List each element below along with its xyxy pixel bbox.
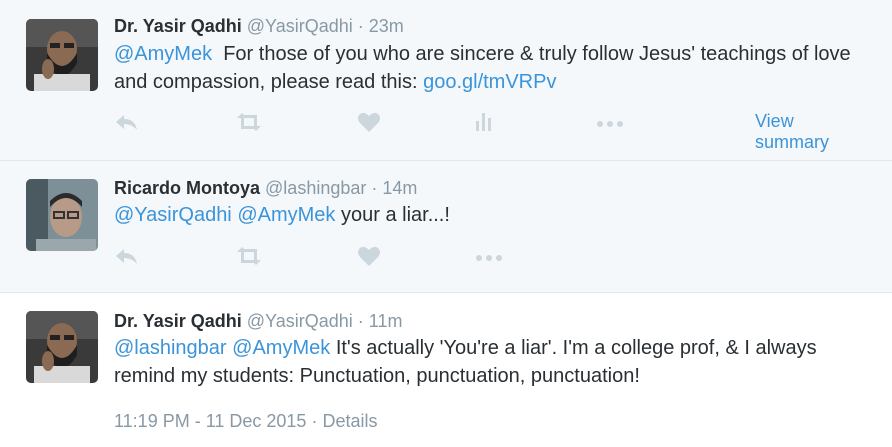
author-username[interactable]: @lashingbar — [265, 178, 366, 198]
more-icon[interactable] — [474, 245, 504, 275]
retweet-icon[interactable] — [234, 111, 264, 141]
avatar[interactable] — [26, 19, 98, 91]
mention-link[interactable]: @YasirQadhi — [114, 204, 232, 226]
more-icon[interactable] — [595, 111, 625, 141]
tweet-time[interactable]: 14m — [382, 178, 417, 198]
like-icon[interactable] — [357, 111, 387, 141]
tweet-time[interactable]: 23m — [369, 16, 404, 36]
tweet-2[interactable]: Ricardo Montoya @lashingbar · 14m @Yasir… — [0, 161, 892, 293]
author-fullname[interactable]: Dr. Yasir Qadhi — [114, 16, 242, 36]
separator-dot: · — [357, 311, 364, 331]
mention-link[interactable]: @AmyMek — [114, 43, 212, 65]
reply-icon[interactable] — [114, 111, 144, 141]
author-fullname[interactable]: Dr. Yasir Qadhi — [114, 311, 242, 331]
view-summary-link[interactable]: View summary — [755, 111, 829, 153]
url-link[interactable]: goo.gl/tmVRPv — [423, 71, 556, 93]
tweet-footer: 11:19 PM - 11 Dec 2015 · Details — [114, 411, 378, 432]
retweet-icon[interactable] — [234, 245, 264, 275]
tweet-text: @lashingbar @AmyMek It's actually 'You'r… — [114, 334, 874, 390]
tweet-text: @AmyMek For those of you who are sincere… — [114, 40, 874, 96]
tweet-body: your a liar...! — [340, 204, 450, 226]
analytics-icon[interactable] — [473, 111, 503, 141]
details-link[interactable]: Details — [322, 411, 377, 431]
author-fullname[interactable]: Ricardo Montoya — [114, 178, 260, 198]
tweet-text: @YasirQadhi @AmyMek your a liar...! — [114, 201, 874, 229]
mention-link[interactable]: @AmyMek — [232, 337, 330, 359]
tweet-1[interactable]: Dr. Yasir Qadhi @YasirQadhi · 23m @AmyMe… — [0, 0, 892, 161]
tweet-time[interactable]: 11m — [369, 311, 403, 331]
tweet-3[interactable]: Dr. Yasir Qadhi @YasirQadhi · 11m @lashi… — [0, 293, 892, 447]
reply-icon[interactable] — [114, 245, 144, 275]
separator-dot: · — [311, 411, 318, 431]
separator-dot: · — [371, 178, 378, 198]
like-icon[interactable] — [357, 245, 387, 275]
mention-link[interactable]: @lashingbar — [114, 337, 227, 359]
avatar[interactable] — [26, 311, 98, 383]
avatar[interactable] — [26, 179, 98, 251]
separator-dot: · — [357, 16, 364, 36]
author-username[interactable]: @YasirQadhi — [247, 311, 353, 331]
tweet-timestamp[interactable]: 11:19 PM - 11 Dec 2015 — [114, 411, 306, 431]
author-username[interactable]: @YasirQadhi — [247, 16, 353, 36]
mention-link[interactable]: @AmyMek — [237, 204, 335, 226]
